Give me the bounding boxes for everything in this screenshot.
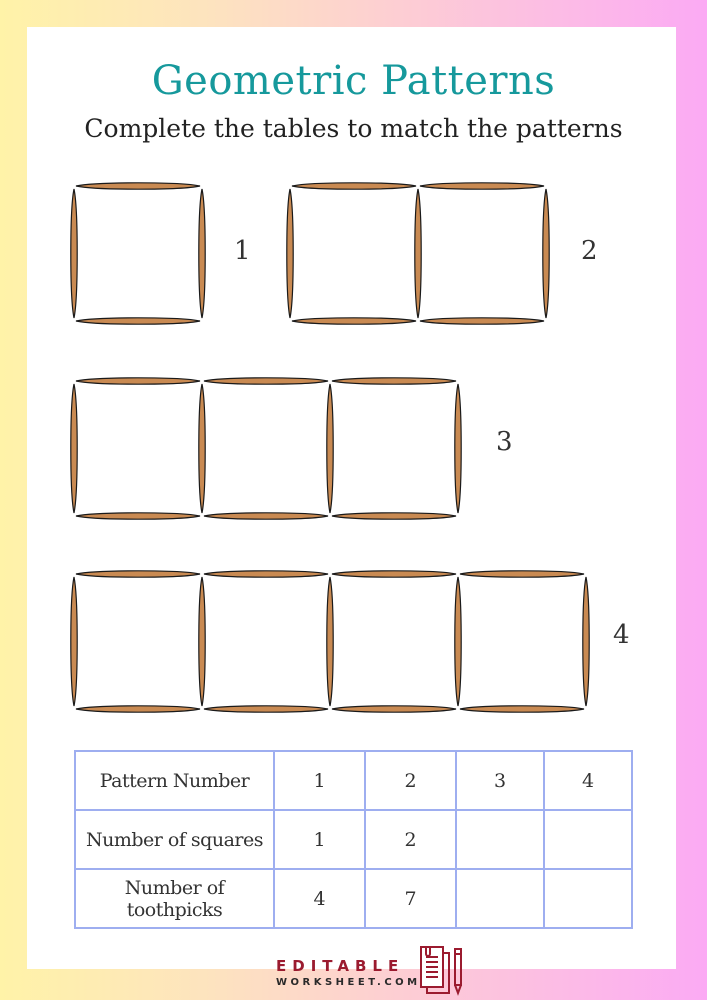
toothpick-horizontal bbox=[203, 570, 329, 578]
toothpick-vertical bbox=[326, 576, 334, 707]
toothpick-horizontal bbox=[75, 512, 201, 520]
table-cell: 4 bbox=[543, 750, 633, 811]
answer-cell[interactable] bbox=[455, 868, 545, 929]
table-row: Number of squares 1 2 bbox=[74, 809, 633, 870]
answer-cell[interactable] bbox=[543, 809, 633, 870]
pattern-label-1: 1 bbox=[234, 236, 251, 266]
toothpick-horizontal bbox=[75, 377, 201, 385]
toothpick-horizontal bbox=[459, 570, 585, 578]
answer-cell[interactable] bbox=[455, 809, 545, 870]
table-row: Number of toothpicks 4 7 bbox=[74, 868, 633, 929]
row-header: Pattern Number bbox=[74, 750, 275, 811]
toothpick-vertical bbox=[286, 188, 294, 319]
toothpick-vertical bbox=[70, 383, 78, 514]
answer-cell[interactable] bbox=[543, 868, 633, 929]
toothpick-vertical bbox=[582, 576, 590, 707]
brand-line-2: WORKSHEET.COM bbox=[276, 977, 421, 988]
toothpick-vertical bbox=[454, 383, 462, 514]
table-cell: 2 bbox=[364, 750, 457, 811]
document-pencil-icon bbox=[420, 946, 462, 996]
pattern-label-2: 2 bbox=[581, 236, 598, 266]
toothpick-horizontal bbox=[203, 512, 329, 520]
table-cell: 3 bbox=[455, 750, 545, 811]
toothpick-vertical bbox=[198, 576, 206, 707]
pattern-table: Pattern Number 1 2 3 4 Number of squares… bbox=[74, 750, 633, 929]
toothpick-vertical bbox=[454, 576, 462, 707]
toothpick-horizontal bbox=[419, 317, 545, 325]
toothpick-horizontal bbox=[203, 705, 329, 713]
toothpick-horizontal bbox=[291, 317, 417, 325]
pattern-label-4: 4 bbox=[613, 620, 630, 650]
brand-wordmark: EDITABLE WORKSHEET.COM bbox=[276, 957, 421, 988]
table-row: Pattern Number 1 2 3 4 bbox=[74, 750, 633, 811]
toothpick-vertical bbox=[70, 576, 78, 707]
brand-line-1: EDITABLE bbox=[276, 957, 405, 975]
table-cell: 4 bbox=[273, 868, 366, 929]
table-cell: 1 bbox=[273, 809, 366, 870]
toothpick-horizontal bbox=[419, 182, 545, 190]
toothpick-horizontal bbox=[331, 570, 457, 578]
row-header: Number of squares bbox=[74, 809, 275, 870]
toothpick-vertical bbox=[198, 188, 206, 319]
toothpick-vertical bbox=[326, 383, 334, 514]
toothpick-horizontal bbox=[75, 570, 201, 578]
table-cell: 1 bbox=[273, 750, 366, 811]
toothpick-patterns bbox=[70, 182, 590, 713]
toothpick-horizontal bbox=[291, 182, 417, 190]
toothpick-horizontal bbox=[331, 512, 457, 520]
toothpick-vertical bbox=[198, 383, 206, 514]
toothpick-horizontal bbox=[331, 377, 457, 385]
toothpick-horizontal bbox=[459, 705, 585, 713]
toothpick-vertical bbox=[542, 188, 550, 319]
toothpick-horizontal bbox=[331, 705, 457, 713]
table-cell: 2 bbox=[364, 809, 457, 870]
toothpick-vertical bbox=[414, 188, 422, 319]
toothpick-horizontal bbox=[75, 705, 201, 713]
pattern-label-3: 3 bbox=[496, 427, 513, 457]
table-cell: 7 bbox=[364, 868, 457, 929]
toothpick-horizontal bbox=[75, 182, 201, 190]
toothpick-vertical bbox=[70, 188, 78, 319]
toothpick-horizontal bbox=[203, 377, 329, 385]
toothpick-horizontal bbox=[75, 317, 201, 325]
row-header: Number of toothpicks bbox=[74, 868, 275, 929]
